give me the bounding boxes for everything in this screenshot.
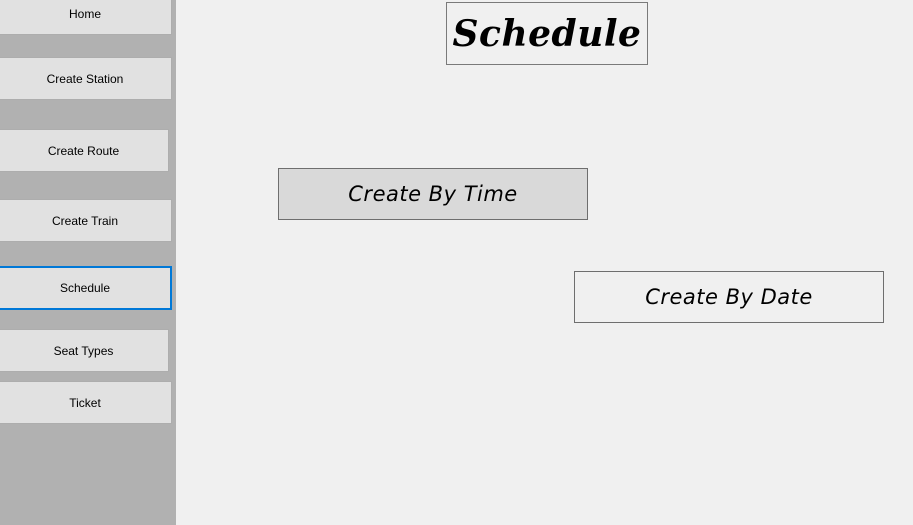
sidebar: Home Create Station Create Route Create … [0,0,176,525]
sidebar-item-seat-types[interactable]: Seat Types [0,329,169,372]
sidebar-item-create-train[interactable]: Create Train [0,199,172,242]
sidebar-item-create-station[interactable]: Create Station [0,57,172,100]
sidebar-item-home[interactable]: Home [0,0,172,35]
sidebar-item-create-route[interactable]: Create Route [0,129,169,172]
create-by-time-button[interactable]: Create By Time [278,168,588,220]
page-title: Schedule [446,2,648,65]
sidebar-item-ticket[interactable]: Ticket [0,381,172,424]
sidebar-item-schedule[interactable]: Schedule [0,266,172,310]
create-by-date-button[interactable]: Create By Date [574,271,884,323]
main-content [176,0,913,525]
